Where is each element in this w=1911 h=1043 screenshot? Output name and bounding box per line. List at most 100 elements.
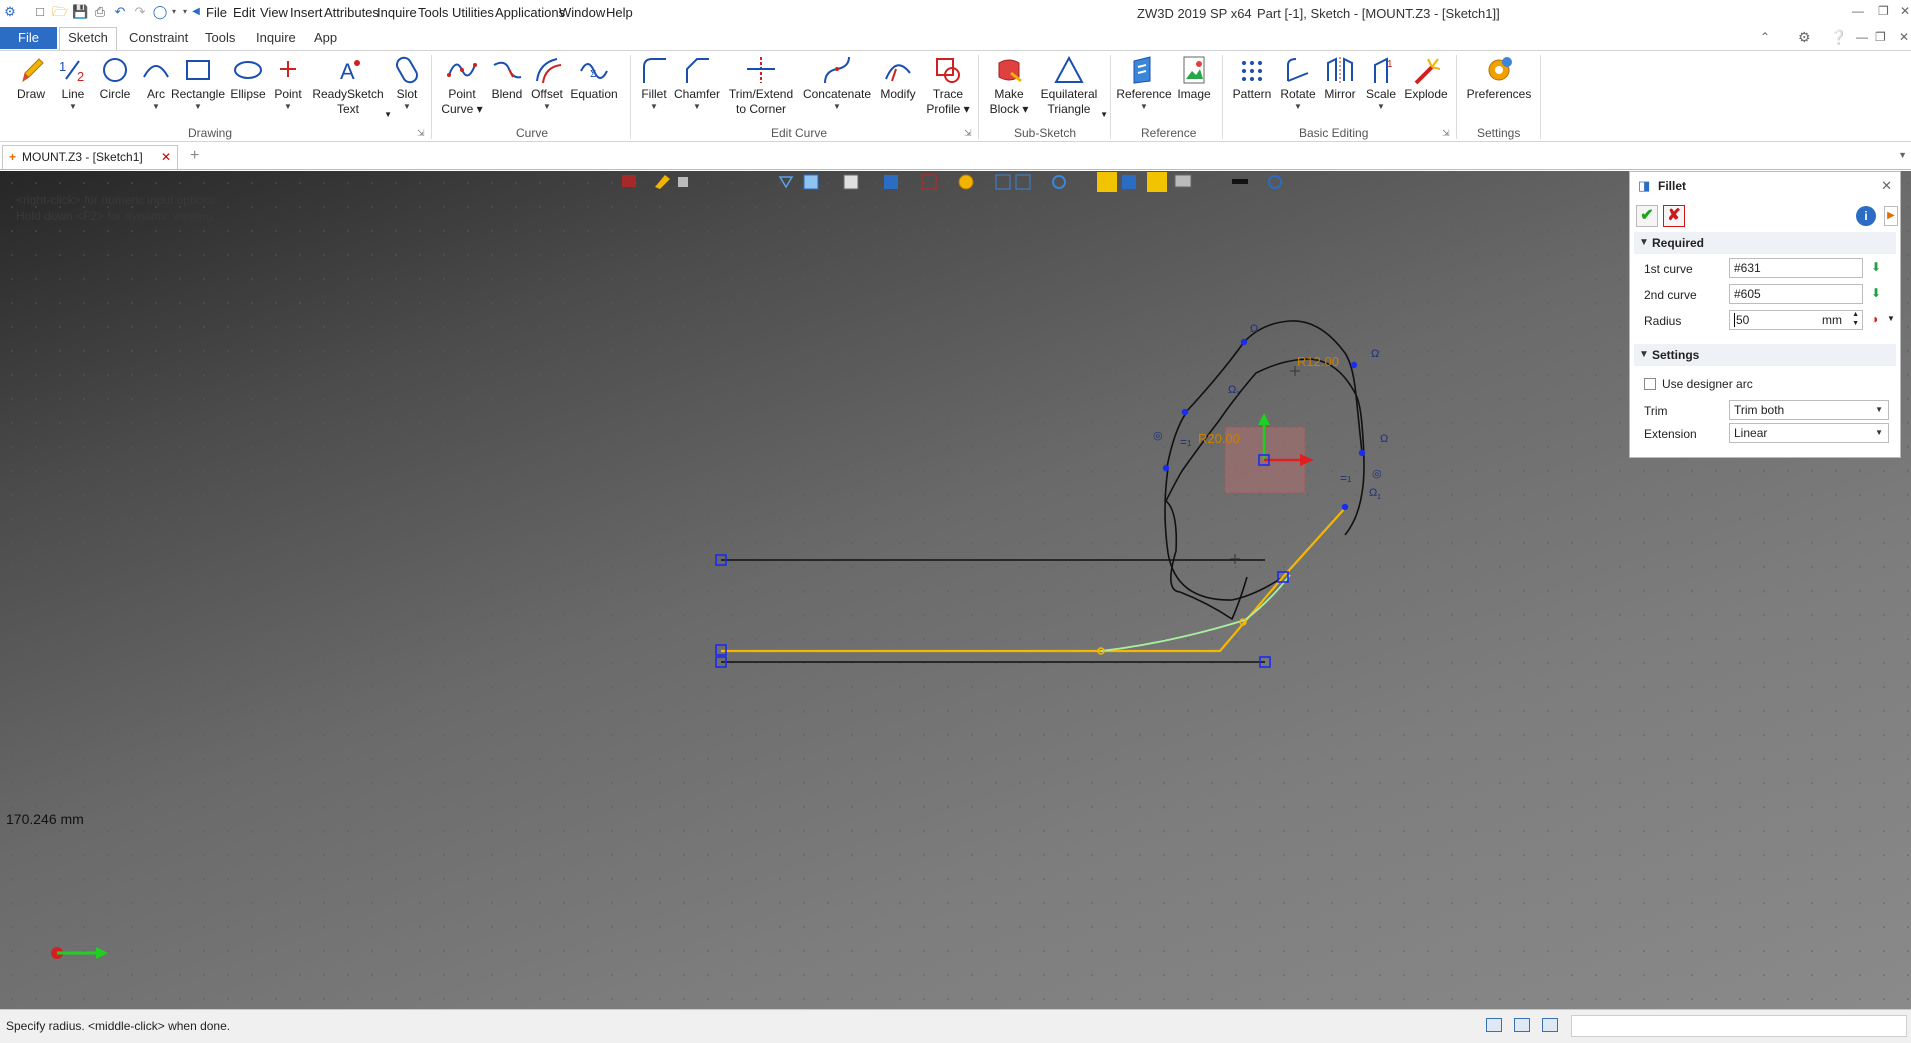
menu-utilities[interactable]: Utilities bbox=[452, 5, 494, 20]
clipboard-icon[interactable] bbox=[678, 177, 688, 187]
radius-input[interactable]: 50 mm ▲ ▼ bbox=[1729, 310, 1863, 330]
monitor-icon[interactable] bbox=[1174, 174, 1192, 188]
settings-section-header[interactable]: ▼ Settings bbox=[1634, 344, 1896, 366]
sketch-viewport[interactable]: Ω1 Ω Ω ◎ ◎ Ω1 Ω =1 =1 R12.00 R20.00 <rig… bbox=[0, 171, 1911, 1009]
undo-icon[interactable]: ↶ bbox=[112, 4, 128, 20]
readysketch-text-button[interactable]: A ReadySketch Text ▼ bbox=[310, 55, 392, 119]
command-input[interactable] bbox=[1571, 1015, 1907, 1037]
point-snap-icon[interactable] bbox=[1147, 172, 1167, 192]
trace-profile-button[interactable]: Trace Profile ▾ bbox=[924, 55, 972, 117]
grid-toggle-icon[interactable] bbox=[1122, 175, 1136, 189]
minimize-icon[interactable]: — bbox=[1852, 4, 1864, 18]
tab-constraint[interactable]: Constraint bbox=[129, 30, 188, 45]
basic-editing-launcher-icon[interactable]: ⇲ bbox=[1442, 128, 1450, 139]
doc-close-icon[interactable]: ✕ bbox=[1899, 30, 1909, 44]
restore-icon[interactable]: ❐ bbox=[1878, 4, 1889, 18]
cancel-button[interactable]: ✘ bbox=[1663, 205, 1685, 227]
trim-extend-button[interactable]: Trim/Extend to Corner bbox=[726, 55, 796, 117]
redo-icon[interactable]: ↷ bbox=[132, 4, 148, 20]
menu-applications[interactable]: Applications bbox=[495, 5, 565, 20]
doc-restore-icon[interactable]: ❐ bbox=[1875, 30, 1886, 44]
circle-button[interactable]: Circle bbox=[95, 55, 135, 102]
dimension-r20[interactable]: R20.00 bbox=[1198, 431, 1240, 446]
menu-view[interactable]: View bbox=[260, 5, 288, 20]
help-icon[interactable]: ❔ bbox=[1830, 29, 1847, 46]
arc-button[interactable]: Arc ▼ bbox=[138, 55, 174, 111]
blend-button[interactable]: Blend bbox=[488, 55, 526, 102]
first-curve-field[interactable]: #631 bbox=[1729, 258, 1863, 278]
app-logo-icon[interactable]: ⚙ bbox=[2, 4, 18, 20]
rotate-button[interactable]: Rotate ▼ bbox=[1276, 55, 1320, 111]
pick-icon[interactable]: ⬇ bbox=[1871, 260, 1881, 274]
dimension-r12[interactable]: R12.00 bbox=[1297, 354, 1339, 369]
extension-select[interactable]: Linear ▼ bbox=[1729, 423, 1889, 443]
expand-panel-icon[interactable]: ▶ bbox=[1884, 206, 1898, 226]
radius-spinner-icon[interactable]: ▲ ▼ bbox=[1852, 310, 1859, 328]
view-cube-icon[interactable] bbox=[803, 174, 819, 190]
pattern-button[interactable]: Pattern bbox=[1230, 55, 1274, 102]
preferences-button[interactable]: Preferences bbox=[1464, 55, 1534, 102]
info-icon[interactable]: i bbox=[1856, 206, 1876, 226]
menu-file[interactable]: File bbox=[206, 5, 227, 20]
second-curve-field[interactable]: #605 bbox=[1729, 284, 1863, 304]
mirror-button[interactable]: Mirror bbox=[1318, 55, 1362, 102]
open-folder-icon[interactable]: 🗁 bbox=[52, 4, 68, 20]
offset-button[interactable]: Offset ▼ bbox=[528, 55, 566, 111]
tab-inquire[interactable]: Inquire bbox=[256, 30, 296, 45]
chamfer-button[interactable]: Chamfer ▼ bbox=[673, 55, 721, 111]
equation-button[interactable]: Σ Equation bbox=[568, 55, 620, 102]
make-block-button[interactable]: Make Block ▾ bbox=[986, 55, 1032, 117]
menu-attributes[interactable]: Attributes bbox=[324, 5, 379, 20]
close-panel-icon[interactable]: ✕ bbox=[1881, 178, 1892, 194]
filter-icon[interactable] bbox=[622, 175, 636, 187]
chevron-down-icon[interactable]: ▼ bbox=[1887, 314, 1895, 323]
collapse-ribbon-icon[interactable]: ⌃ bbox=[1760, 30, 1770, 44]
line-style-icon[interactable] bbox=[1232, 179, 1248, 184]
equilateral-triangle-button[interactable]: Equilateral Triangle ▼ bbox=[1038, 55, 1108, 119]
point-curve-button[interactable]: Point Curve ▾ bbox=[440, 55, 484, 117]
required-section-header[interactable]: ▼ Required bbox=[1634, 232, 1896, 254]
reference-button[interactable]: Reference ▼ bbox=[1116, 55, 1172, 111]
gear-icon[interactable]: ⚙ bbox=[1798, 29, 1811, 46]
render-icon[interactable] bbox=[958, 174, 974, 190]
monitor-icon[interactable] bbox=[1514, 1018, 1530, 1032]
tab-app[interactable]: App bbox=[314, 30, 337, 45]
trim-select[interactable]: Trim both ▼ bbox=[1729, 400, 1889, 420]
drawing-launcher-icon[interactable]: ⇲ bbox=[417, 128, 425, 139]
menu-tools[interactable]: Tools bbox=[418, 5, 448, 20]
close-tab-icon[interactable]: ✕ bbox=[161, 146, 171, 168]
menu-edit[interactable]: Edit bbox=[233, 5, 255, 20]
scale-button[interactable]: 1 Scale ▼ bbox=[1362, 55, 1400, 111]
draw-button[interactable]: Draw bbox=[12, 55, 50, 102]
new-file-icon[interactable]: □ bbox=[32, 4, 48, 20]
add-tab-icon[interactable]: + bbox=[190, 147, 199, 165]
tab-tools[interactable]: Tools bbox=[205, 30, 235, 45]
print-icon[interactable]: ⎙ bbox=[92, 4, 108, 20]
menu-inquire[interactable]: Inquire bbox=[377, 5, 417, 20]
save-icon[interactable]: 💾 bbox=[72, 4, 88, 20]
rectangle-button[interactable]: Rectangle ▼ bbox=[170, 55, 226, 111]
explode-button[interactable]: Explode bbox=[1402, 55, 1450, 102]
document-tab[interactable]: + MOUNT.Z3 - [Sketch1] ✕ bbox=[2, 145, 178, 169]
sketch-canvas[interactable]: Ω1 Ω Ω ◎ ◎ Ω1 Ω =1 =1 R12.00 R20.00 bbox=[0, 171, 1911, 1009]
shading-icon[interactable] bbox=[843, 174, 859, 190]
layout-icon[interactable] bbox=[1486, 1018, 1502, 1032]
measure-icon[interactable]: ◑ bbox=[1871, 312, 1878, 326]
display-icon[interactable] bbox=[884, 175, 898, 189]
snap-toggle-icon[interactable] bbox=[1097, 172, 1117, 192]
file-tab[interactable]: File bbox=[0, 27, 57, 49]
ellipse-button[interactable]: Ellipse bbox=[228, 55, 268, 102]
list-icon[interactable] bbox=[1542, 1018, 1558, 1032]
close-icon[interactable]: ✕ bbox=[1900, 4, 1910, 18]
modify-button[interactable]: Modify bbox=[876, 55, 920, 102]
menu-window[interactable]: Window bbox=[559, 5, 605, 20]
use-designer-arc-checkbox[interactable] bbox=[1644, 378, 1656, 390]
image-button[interactable]: Image bbox=[1174, 55, 1214, 102]
doc-minimize-icon[interactable]: — bbox=[1856, 30, 1868, 44]
slot-button[interactable]: Slot ▼ bbox=[388, 55, 426, 111]
concatenate-button[interactable]: Concatenate ▼ bbox=[800, 55, 874, 111]
fillet-button[interactable]: Fillet ▼ bbox=[636, 55, 672, 111]
menu-help[interactable]: Help bbox=[606, 5, 633, 20]
menu-insert[interactable]: Insert bbox=[290, 5, 323, 20]
tab-list-chevron-icon[interactable]: ▼ bbox=[1898, 150, 1907, 160]
